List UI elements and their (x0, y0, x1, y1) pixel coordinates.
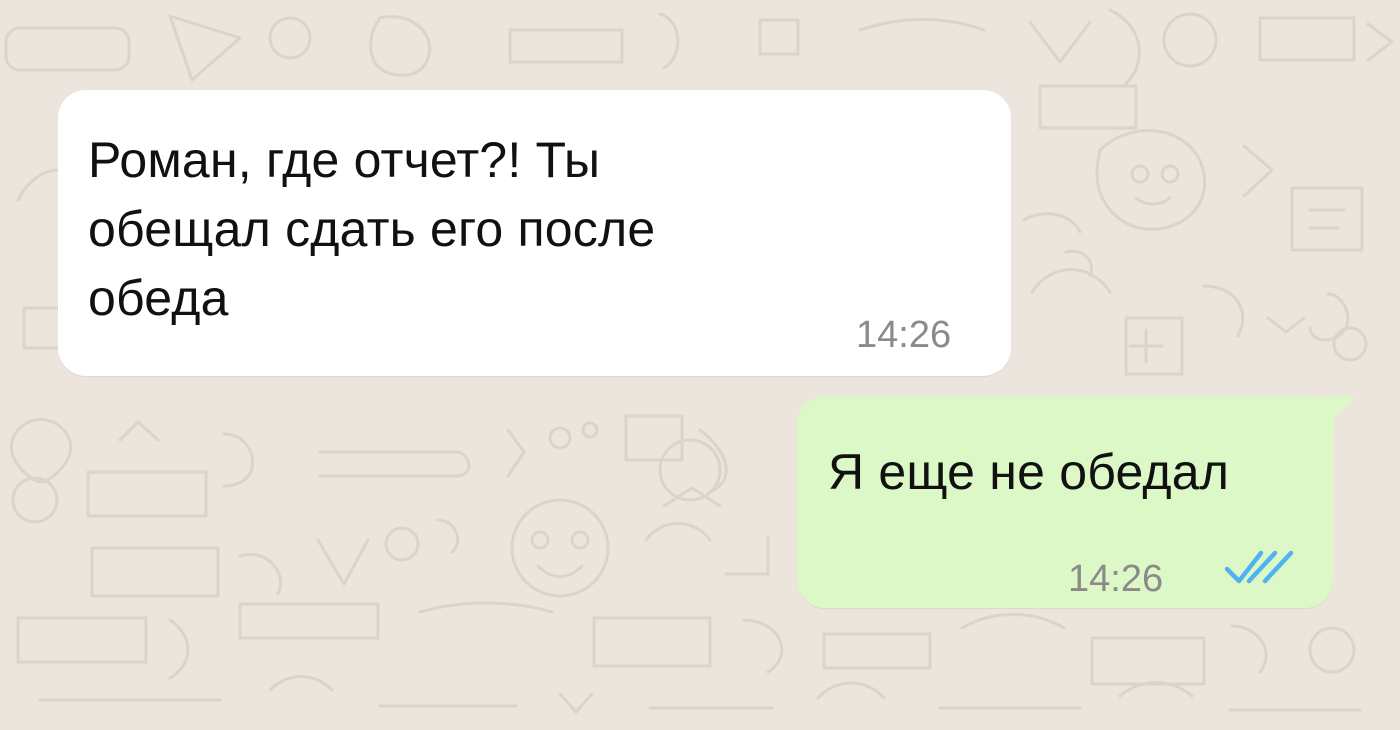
outgoing-message-text: Я еще не обедал (828, 444, 1230, 500)
double-check-icon (1224, 550, 1294, 584)
incoming-message-time: 14:26 (856, 314, 952, 356)
incoming-message-text: Роман, где отчет?! Ты обещал сдать его п… (88, 132, 656, 326)
outgoing-message-time: 14:26 (1068, 558, 1164, 600)
